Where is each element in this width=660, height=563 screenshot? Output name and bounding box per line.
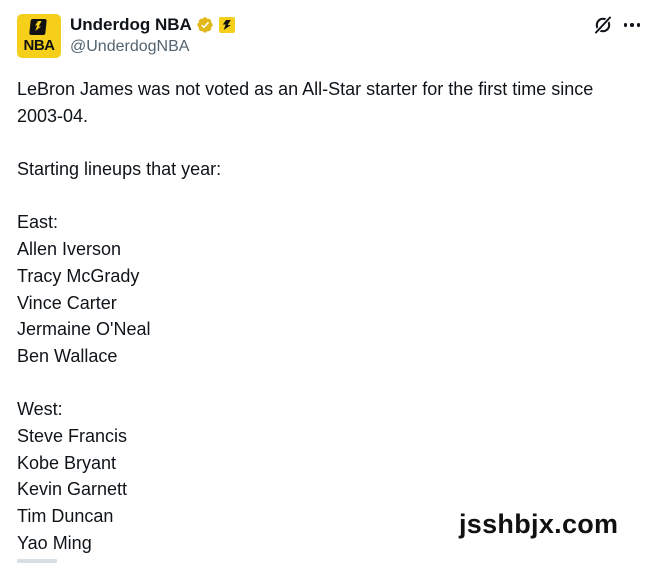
more-dot <box>630 23 634 27</box>
author-handle[interactable]: @UnderdogNBA <box>70 37 189 57</box>
west-player: Kobe Bryant <box>17 452 117 473</box>
east-player: Jermaine O'Neal <box>17 319 151 340</box>
more-dot <box>623 23 628 27</box>
post-card: NBA Underdog NBA @UnderdogNBA LeBron Jam… <box>0 0 660 563</box>
avatar-logo-text: NBA <box>23 37 56 54</box>
more-dot <box>636 23 641 27</box>
east-player: Tracy McGrady <box>17 265 140 286</box>
watermark: jsshbjx.com <box>459 509 619 539</box>
author-name-row: Underdog NBA <box>70 14 235 36</box>
cutoff-link-fragment <box>17 559 57 563</box>
underdog-logo-icon <box>29 19 47 35</box>
post-text: LeBron James was not voted as an All-Sta… <box>17 76 647 556</box>
grok-icon[interactable] <box>593 15 613 35</box>
east-player: Vince Carter <box>17 292 117 313</box>
west-player: Kevin Garnett <box>17 479 128 500</box>
post-intro-line: 2003-04. <box>17 105 89 126</box>
west-player: Steve Francis <box>17 425 128 446</box>
more-options-icon[interactable] <box>621 15 643 35</box>
post-intro-line: LeBron James was not voted as an All-Sta… <box>17 79 594 99</box>
affiliate-badge-icon[interactable] <box>218 17 235 33</box>
east-heading: East: <box>17 212 59 233</box>
avatar[interactable]: NBA <box>17 14 61 58</box>
verified-badge-icon[interactable] <box>196 16 214 34</box>
west-heading: West: <box>17 399 63 420</box>
author-display-name[interactable]: Underdog NBA <box>70 14 192 36</box>
lineups-heading: Starting lineups that year: <box>17 159 222 180</box>
east-player: Ben Wallace <box>17 345 118 366</box>
east-player: Allen Iverson <box>17 239 122 260</box>
